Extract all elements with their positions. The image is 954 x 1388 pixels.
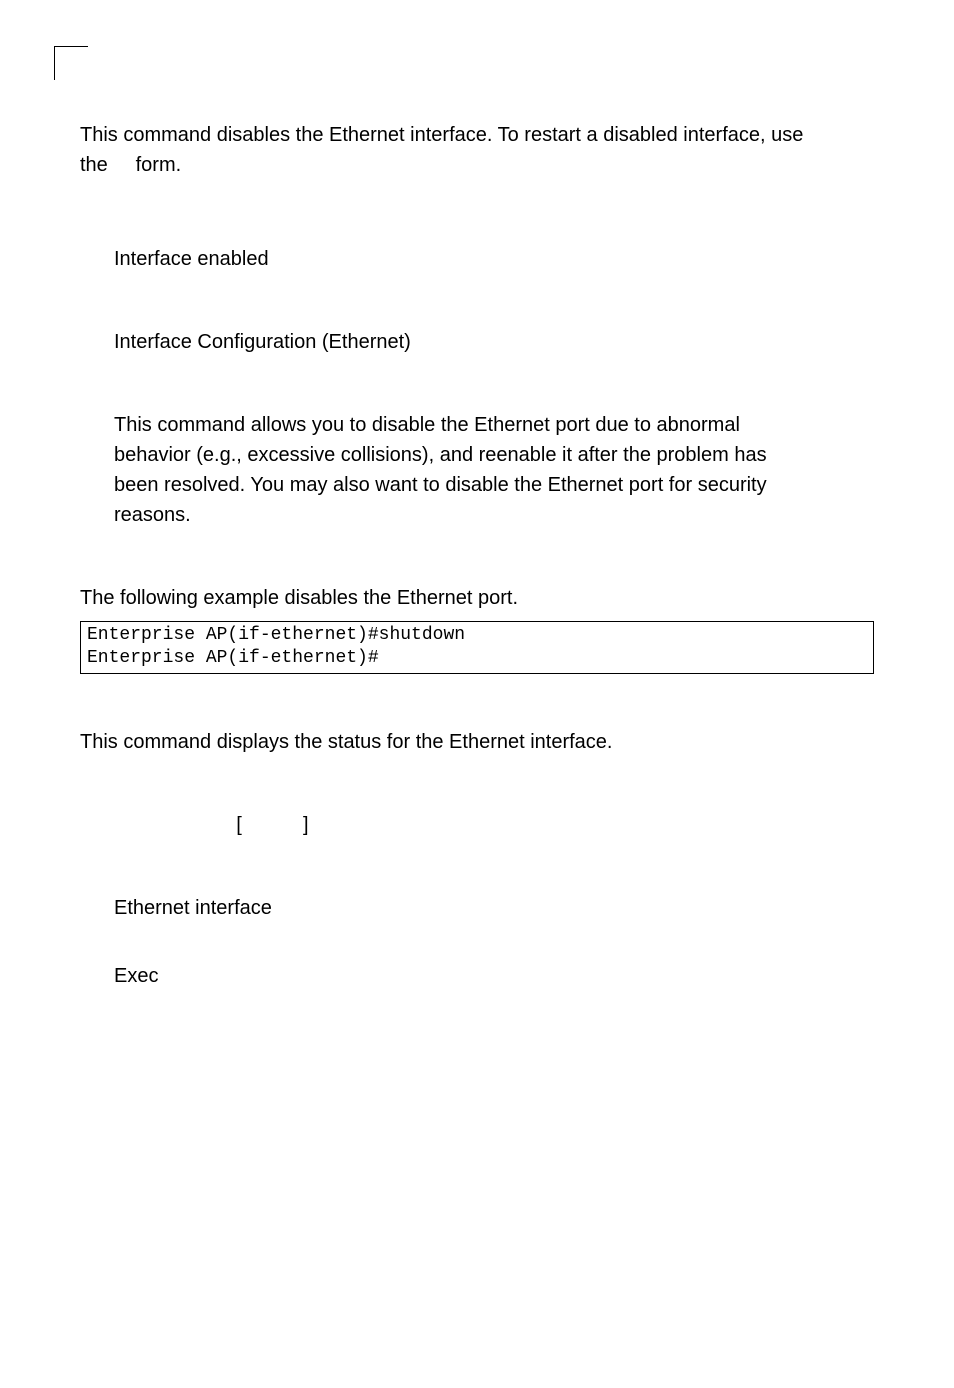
shutdown-usage-block: This command allows you to disable the E… <box>80 410 874 530</box>
show-default: Ethernet interface <box>80 893 874 923</box>
shutdown-usage-line2: behavior (e.g., excessive collisions), a… <box>114 440 874 470</box>
code-line-2: Enterprise AP(if-ethernet)# <box>87 647 867 670</box>
code-line-1: Enterprise AP(if-ethernet)#shutdown <box>87 624 867 647</box>
shutdown-mode: Interface Configuration (Ethernet) <box>80 327 874 357</box>
shutdown-intro-the: the <box>80 154 108 176</box>
shutdown-usage-line1: This command allows you to disable the E… <box>114 410 874 440</box>
shutdown-usage-line3: been resolved. You may also want to disa… <box>114 470 874 500</box>
page-content: This command disables the Ethernet inter… <box>0 0 954 991</box>
shutdown-code-block: Enterprise AP(if-ethernet)#shutdown Ente… <box>80 621 874 674</box>
corner-crop-mark <box>54 46 88 80</box>
bracket-close: ] <box>303 814 309 836</box>
shutdown-default: Interface enabled <box>80 244 874 274</box>
shutdown-intro-form: form. <box>136 154 182 176</box>
show-intro: This command displays the status for the… <box>80 727 874 757</box>
shutdown-example-lead: The following example disables the Ether… <box>80 583 874 613</box>
shutdown-intro-line1: This command disables the Ethernet inter… <box>80 120 874 150</box>
show-mode: Exec <box>80 961 874 991</box>
shutdown-intro-line2: the form. <box>80 150 874 180</box>
show-command-section: This command displays the status for the… <box>80 727 874 991</box>
show-syntax-line: [ ] <box>80 810 874 840</box>
shutdown-command-section: This command disables the Ethernet inter… <box>80 120 874 674</box>
shutdown-usage-line4: reasons. <box>114 500 874 530</box>
bracket-open: [ <box>236 814 242 836</box>
